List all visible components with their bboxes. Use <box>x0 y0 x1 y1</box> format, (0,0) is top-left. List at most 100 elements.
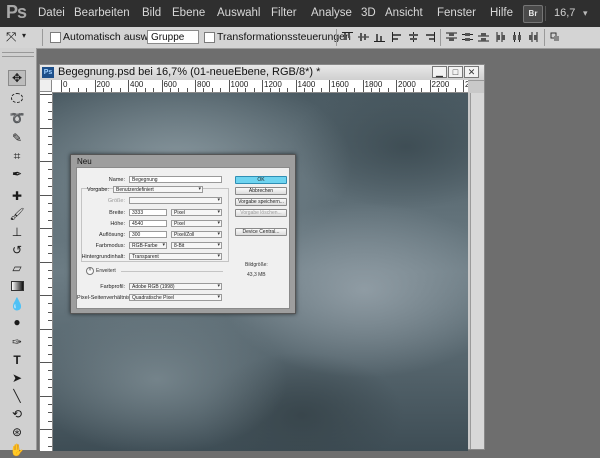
align-vcenter-icon[interactable] <box>358 32 369 42</box>
background-select[interactable]: Transparent <box>129 253 222 260</box>
horizontal-ruler[interactable]: 0 200 400 600 800 1000 1200 1400 1600 1800 2000 220… <box>52 80 468 93</box>
ruler-origin[interactable] <box>40 80 52 92</box>
resolution-input[interactable]: 300 <box>129 231 167 238</box>
align-top-icon[interactable] <box>342 32 353 42</box>
align-right-icon[interactable] <box>424 32 435 42</box>
transform-controls-checkbox[interactable] <box>204 32 215 43</box>
history-brush-tool-icon[interactable]: ↺ <box>8 242 26 258</box>
auto-select-dropdown[interactable]: Gruppe <box>147 30 199 44</box>
document-title-bar[interactable]: Ps Begegnung.psd bei 16,7% (01-neueEbene… <box>40 65 484 81</box>
align-bottom-icon[interactable] <box>374 32 385 42</box>
crop-tool-icon[interactable]: ⌗ <box>8 148 26 164</box>
pen-tool-icon[interactable]: ✑ <box>8 334 26 350</box>
menu-datei[interactable]: Datei <box>38 7 65 19</box>
ruler-minor-tick <box>144 88 146 92</box>
vertical-ruler[interactable] <box>40 92 53 451</box>
colormode-select[interactable]: RGB-Farbe <box>129 242 167 249</box>
type-tool-icon[interactable]: T <box>8 352 26 368</box>
lasso-tool-icon[interactable]: ➰ <box>8 110 26 126</box>
blur-tool-icon[interactable]: 💧 <box>8 296 26 312</box>
distribute-top-icon[interactable] <box>446 32 457 42</box>
ruler-tick <box>40 228 52 229</box>
distribute-vcenter-icon[interactable] <box>462 32 473 42</box>
advanced-toggle-icon[interactable]: ˄ <box>86 267 94 275</box>
marquee-tool-icon[interactable] <box>8 90 26 106</box>
auto-select-checkbox[interactable] <box>50 32 61 43</box>
ruler-tick <box>40 194 52 196</box>
menu-3d[interactable]: 3D <box>361 7 376 19</box>
menu-fenster[interactable]: Fenster <box>437 7 476 19</box>
distribute-bottom-icon[interactable] <box>478 32 489 42</box>
preset-select[interactable]: Benutzerdefiniert <box>113 186 203 193</box>
name-input[interactable]: Begegnung <box>129 176 222 183</box>
ruler-tick <box>40 362 52 363</box>
clone-stamp-tool-icon[interactable]: ⊥ <box>8 224 26 240</box>
3d-rotate-tool-icon[interactable]: ⟲ <box>8 406 26 422</box>
device-central-button[interactable]: Device Central... <box>235 228 287 236</box>
delete-preset-button: Vorgabe löschen... <box>235 209 287 217</box>
menu-auswahl[interactable]: Auswahl <box>217 7 260 19</box>
menu-ebene[interactable]: Ebene <box>172 7 205 19</box>
menu-bild[interactable]: Bild <box>142 7 161 19</box>
ruler-minor-tick <box>153 88 155 92</box>
height-unit-select[interactable]: Pixel <box>171 220 222 227</box>
path-selection-tool-icon[interactable]: ➤ <box>8 370 26 386</box>
resolution-unit-select[interactable]: Pixel/Zoll <box>171 231 222 238</box>
ok-button[interactable]: OK <box>235 176 287 184</box>
quick-selection-tool-icon[interactable]: ✎ <box>8 130 26 146</box>
ruler-tick <box>40 161 52 162</box>
bitdepth-select[interactable]: 8-Bit <box>171 242 222 249</box>
auto-align-layers-icon[interactable] <box>550 32 561 42</box>
eraser-tool-icon[interactable]: ▱ <box>8 260 26 276</box>
ruler-minor-tick <box>48 219 52 221</box>
align-left-icon[interactable] <box>392 32 403 42</box>
menu-bearbeiten[interactable]: Bearbeiten <box>74 7 130 19</box>
align-hcenter-icon[interactable] <box>408 32 419 42</box>
eyedropper-tool-icon[interactable]: ✒ <box>8 166 26 182</box>
brush-tool-icon[interactable]: 🖌 <box>8 206 26 222</box>
ruler-minor-tick <box>48 211 52 213</box>
move-tool-icon[interactable]: ✥ <box>8 70 26 86</box>
menu-filter[interactable]: Filter <box>271 7 297 19</box>
ruler-tick-label: 0 <box>63 80 68 89</box>
tools-panel-grip[interactable] <box>2 52 34 57</box>
maximize-icon[interactable]: □ <box>448 66 463 78</box>
pixel-aspect-select[interactable]: Quadratische Pixel <box>129 294 222 301</box>
ruler-minor-tick <box>48 286 52 288</box>
zoom-dropdown-icon[interactable]: ▾ <box>583 8 588 19</box>
shape-tool-icon[interactable]: ╲ <box>8 388 26 404</box>
hand-tool-icon[interactable]: ✋ <box>8 442 26 458</box>
color-profile-select[interactable]: Adobe RGB (1998) <box>129 283 222 290</box>
ruler-tick <box>40 127 52 129</box>
cancel-button[interactable]: Abbrechen <box>235 187 287 195</box>
distribute-left-icon[interactable] <box>496 32 507 42</box>
ruler-minor-tick <box>387 88 389 92</box>
save-preset-button[interactable]: Vorgabe speichern... <box>235 198 287 206</box>
distribute-hcenter-icon[interactable] <box>512 32 523 42</box>
ruler-minor-tick <box>48 177 52 179</box>
zoom-value[interactable]: 16,7 <box>554 7 575 19</box>
menu-ansicht[interactable]: Ansicht <box>385 7 423 19</box>
document-title: Begegnung.psd bei 16,7% (01-neueEbene, R… <box>58 66 321 78</box>
dodge-tool-icon[interactable]: ● <box>8 314 26 330</box>
ruler-minor-tick <box>354 88 356 92</box>
move-tool-preset-icon[interactable]: ⤧ <box>6 29 16 45</box>
healing-brush-tool-icon[interactable]: ✚ <box>8 188 26 204</box>
width-input[interactable]: 3333 <box>129 209 167 216</box>
ruler-minor-tick <box>69 88 71 92</box>
ruler-minor-tick <box>236 88 238 92</box>
width-unit-select[interactable]: Pixel <box>171 209 222 216</box>
close-icon[interactable]: ✕ <box>464 66 479 78</box>
distribute-right-icon[interactable] <box>528 32 539 42</box>
chevron-down-icon[interactable]: ▾ <box>22 31 26 40</box>
minimize-icon[interactable]: ▁ <box>432 66 447 78</box>
height-input[interactable]: 4540 <box>129 220 167 227</box>
ruler-tick <box>40 94 52 95</box>
vertical-scrollbar[interactable] <box>470 93 484 449</box>
bridge-button[interactable]: Br <box>523 5 543 23</box>
3d-orbit-tool-icon[interactable]: ⊛ <box>8 424 26 440</box>
gradient-tool-icon[interactable] <box>8 278 26 294</box>
menu-hilfe[interactable]: Hilfe <box>490 7 513 19</box>
menu-analyse[interactable]: Analyse <box>311 7 352 19</box>
ruler-minor-tick <box>48 445 52 447</box>
